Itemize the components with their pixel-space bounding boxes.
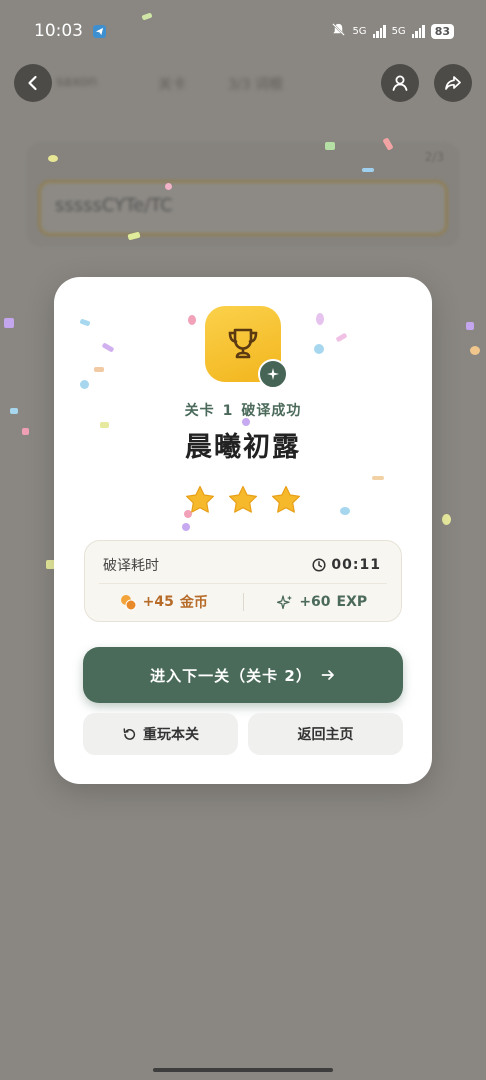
background-input: sssssCYTe/TC: [38, 180, 448, 236]
confetti-piece: [316, 313, 324, 325]
confetti-piece: [10, 408, 18, 414]
signal-icon-2: [411, 24, 425, 38]
sparkle-icon: [277, 595, 293, 610]
next-level-button[interactable]: 进入下一关（关卡 2）: [83, 647, 403, 703]
exp-reward: +60 EXP: [244, 594, 402, 610]
confetti-piece: [80, 380, 89, 389]
confetti-piece: [4, 318, 14, 328]
arrow-right-icon: [321, 670, 334, 680]
confetti-piece: [442, 514, 451, 525]
confetti-piece: [470, 346, 480, 355]
level-title: 晨曦初露: [185, 432, 301, 463]
battery-indicator: 83: [430, 23, 454, 39]
header-text-2: 关卡: [158, 77, 186, 93]
background-count: 2/3: [424, 150, 444, 164]
replay-label: 重玩本关: [143, 727, 199, 743]
next-level-label: 进入下一关（关卡 2）: [150, 666, 312, 685]
confetti-piece: [372, 476, 384, 480]
network-label-2: 5G: [391, 25, 406, 37]
signal-icon: [372, 24, 386, 38]
status-text: 破译成功: [241, 403, 302, 419]
time-label: 破译耗时: [103, 558, 159, 574]
star-rating: [184, 484, 302, 516]
home-label: 返回主页: [297, 727, 354, 743]
trophy-icon: [228, 328, 258, 359]
header-text-1: saxon: [56, 74, 98, 90]
confetti-piece: [362, 168, 374, 172]
back-button[interactable]: [14, 64, 52, 102]
level-label: 关卡: [184, 403, 215, 419]
confetti-piece: [165, 183, 172, 190]
share-button[interactable]: [434, 64, 472, 102]
mute-icon: [331, 22, 346, 40]
confetti-piece: [188, 315, 196, 325]
network-label-1: 5G: [352, 25, 367, 37]
confetti-piece: [182, 523, 190, 531]
stats-panel: 破译耗时 00:11 +45 金币 +60 EXP: [84, 540, 402, 622]
sparkle-icon: [267, 368, 279, 380]
star-icon: [272, 485, 300, 513]
confetti-piece: [466, 322, 474, 330]
app-top-bar: saxon 关卡 3/3 词根: [0, 62, 486, 104]
confetti-piece: [48, 155, 58, 162]
share-icon: [445, 76, 461, 90]
time-value: 00:11: [331, 557, 381, 573]
confetti-piece: [22, 428, 29, 435]
coins-reward: +45 金币: [85, 592, 243, 612]
user-icon: [392, 75, 408, 91]
level-complete-dialog: 关卡 1 破译成功 晨曦初露 破译耗时 00:11 +45 金币 +60 EXP…: [54, 277, 432, 784]
level-number: 1: [222, 403, 234, 419]
status-time: 10:03: [34, 21, 83, 41]
coins-value: +45: [142, 594, 174, 610]
replay-icon: [123, 727, 136, 740]
confetti-piece: [340, 507, 350, 515]
star-icon: [186, 485, 214, 513]
confetti-piece: [94, 367, 104, 372]
star-icon: [229, 485, 257, 513]
level-status-line: 关卡 1 破译成功: [54, 400, 432, 420]
header-text-3: 3/3 词根: [228, 77, 283, 93]
back-icon: [28, 75, 37, 91]
replay-button[interactable]: 重玩本关: [83, 713, 238, 755]
coins-icon: [120, 594, 137, 610]
confetti-piece: [335, 332, 348, 343]
confetti-piece: [79, 318, 91, 327]
telegram-icon: [93, 24, 106, 38]
confetti-piece: [101, 342, 115, 353]
stats-divider: [99, 583, 387, 584]
confetti-piece: [325, 142, 335, 150]
exp-label: EXP: [336, 594, 368, 610]
home-indicator[interactable]: [153, 1068, 333, 1072]
profile-button[interactable]: [381, 64, 419, 102]
sparkle-badge: [258, 359, 288, 389]
coins-label: 金币: [179, 595, 208, 611]
home-button[interactable]: 返回主页: [248, 713, 403, 755]
status-bar: 10:03 5G 5G 83: [0, 0, 486, 62]
time-display: 00:11: [312, 557, 381, 573]
confetti-piece: [314, 344, 324, 354]
exp-value: +60: [299, 594, 331, 610]
clock-icon: [312, 558, 326, 572]
